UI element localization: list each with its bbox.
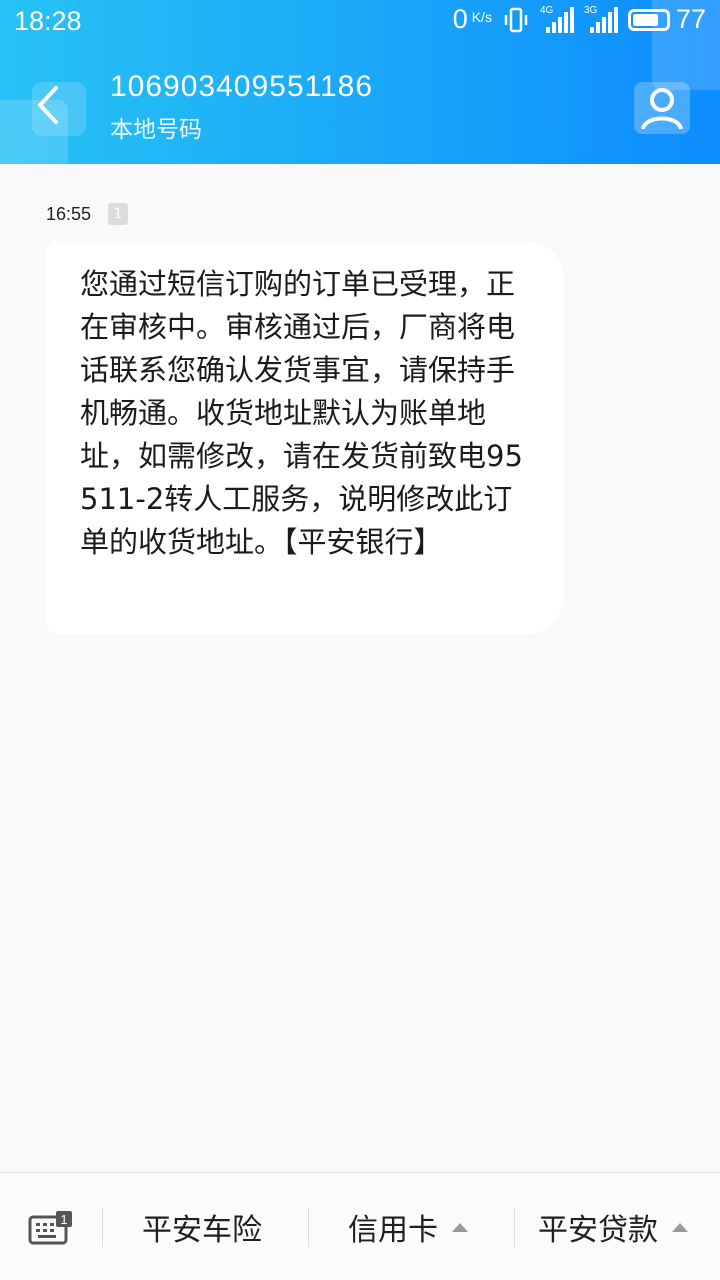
status-time: 18:28 — [14, 6, 82, 36]
keyboard-toggle-button[interactable]: 1 — [28, 1211, 72, 1245]
menu-item-credit-card[interactable]: 信用卡 — [348, 1207, 468, 1248]
signal-icon-sim2: 3G — [584, 5, 618, 33]
caret-up-icon — [452, 1222, 468, 1232]
divider — [308, 1207, 309, 1247]
message-bubble[interactable]: 您通过短信订购的订单已受理，正在审核中。审核通过后，厂商将电话联系您确认发货事宜… — [46, 241, 564, 634]
keyboard-badge: 1 — [60, 1212, 67, 1227]
message-text: 您通过短信订购的订单已受理，正在审核中。审核通过后，厂商将电话联系您确认发货事宜… — [80, 267, 523, 559]
caret-up-icon — [672, 1222, 688, 1232]
network-speed: 0 K/s — [452, 4, 492, 34]
person-icon — [641, 88, 683, 130]
battery-level: 77 — [675, 4, 706, 34]
divider — [102, 1207, 103, 1247]
bottom-menu-bar: 1 平安车险 信用卡 平安贷款 — [0, 1172, 720, 1280]
signal-icon-sim1: 4G — [540, 5, 574, 33]
contact-subtitle: 本地号码 — [110, 117, 202, 143]
status-icons: 0 K/s 4G 3G 77 — [453, 4, 706, 35]
menu-item-loan[interactable]: 平安贷款 — [538, 1207, 688, 1248]
contact-button[interactable] — [634, 82, 690, 134]
battery-icon: 77 — [627, 4, 706, 35]
vibrate-icon — [504, 7, 528, 32]
contact-number: 106903409551186 — [110, 70, 374, 103]
back-button[interactable] — [26, 78, 76, 132]
app-header: 18:28 0 K/s 4G 3G 77 106903409551186 本地号码 — [0, 0, 720, 164]
chevron-left-icon — [38, 86, 58, 124]
message-timestamp: 16:55 — [46, 204, 92, 224]
menu-item-car-insurance[interactable]: 平安车险 — [142, 1207, 262, 1248]
divider — [514, 1207, 515, 1247]
sim-slot-badge: 1 — [108, 203, 128, 225]
keyboard-icon: 1 — [28, 1211, 72, 1245]
